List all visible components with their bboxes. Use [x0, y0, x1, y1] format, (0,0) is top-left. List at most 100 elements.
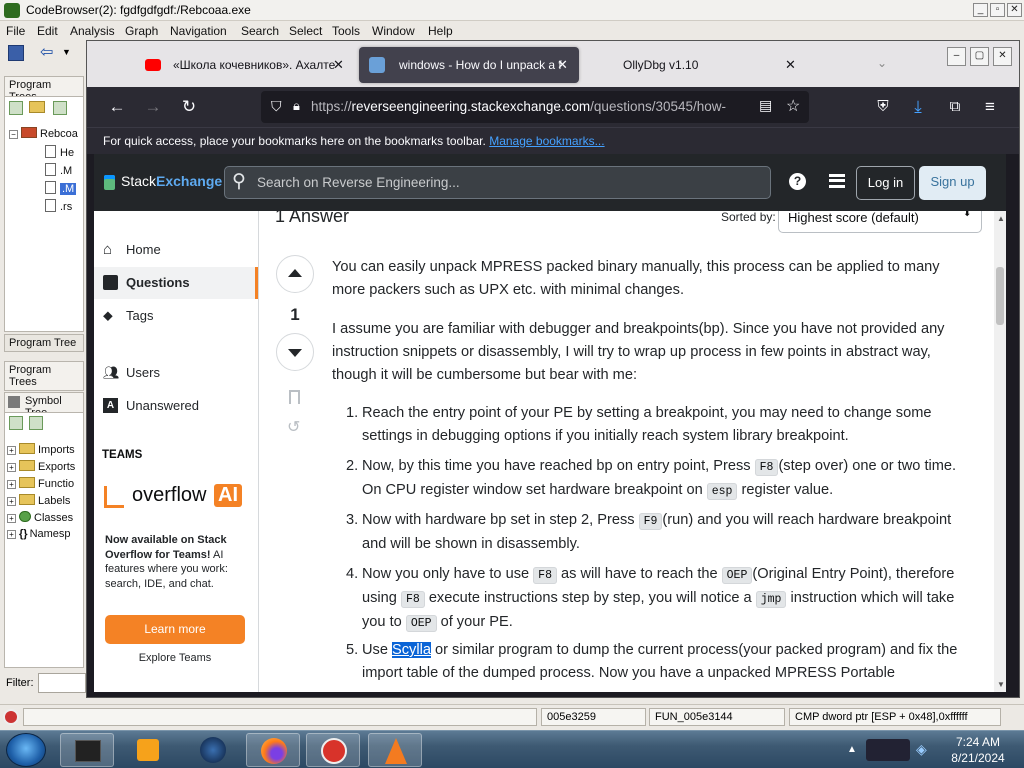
- nav-tags[interactable]: ⬥ Tags: [94, 300, 258, 332]
- back-arrow-icon[interactable]: ⇦: [40, 45, 56, 61]
- open-folder-icon[interactable]: [29, 101, 45, 113]
- tree-item[interactable]: He: [45, 145, 74, 159]
- shield-icon[interactable]: ⛉: [271, 98, 282, 115]
- ff-minimize-icon[interactable]: –: [947, 47, 966, 66]
- create-tree-icon[interactable]: [9, 101, 23, 115]
- tray-app-icon[interactable]: [866, 739, 910, 761]
- start-button[interactable]: [6, 733, 46, 767]
- scroll-down-icon[interactable]: ▼: [997, 680, 1005, 689]
- menu-analysis[interactable]: Analysis: [70, 24, 115, 38]
- learn-more-button[interactable]: Learn more: [105, 615, 245, 644]
- taskbar-ghidra[interactable]: [306, 733, 360, 767]
- ghidra-status-icon[interactable]: [3, 709, 19, 725]
- save-icon[interactable]: [8, 45, 24, 61]
- menu-search[interactable]: Search: [241, 24, 279, 38]
- dropdown-icon[interactable]: ▼: [62, 47, 78, 63]
- back-icon[interactable]: ←: [105, 95, 129, 119]
- menu-edit[interactable]: Edit: [37, 24, 58, 38]
- tab-youtube[interactable]: «Школа кочевников». Ахалте ✕: [133, 47, 351, 83]
- taskbar-clock[interactable]: 7:24 AM 8/21/2024: [938, 734, 1018, 766]
- nav-unanswered[interactable]: A Unanswered: [94, 390, 258, 422]
- manage-bookmarks-link[interactable]: Manage bookmarks...: [489, 134, 604, 148]
- bookmark-icon[interactable]: [289, 390, 300, 404]
- menu-file[interactable]: File: [6, 24, 25, 38]
- symbol-action-icon[interactable]: [29, 416, 43, 430]
- tab-close-icon[interactable]: ✕: [557, 47, 568, 83]
- url-bar[interactable]: ⛉ 🔒︎ https://reverseengineering.stackexc…: [261, 91, 809, 123]
- symbol-item-label: Functio: [38, 478, 75, 490]
- symbol-functions[interactable]: + Functio: [7, 477, 74, 490]
- upvote-button[interactable]: [276, 255, 314, 293]
- nav-home[interactable]: ⌂ Home: [94, 234, 258, 266]
- tab-ollydbg[interactable]: OllyDbg v1.10 ✕: [587, 47, 805, 83]
- symbol-exports[interactable]: + Exports: [7, 460, 75, 473]
- close-icon[interactable]: ✕: [1007, 3, 1022, 17]
- reload-icon[interactable]: ↻: [177, 95, 201, 119]
- scroll-up-icon[interactable]: ▲: [997, 214, 1005, 223]
- symbol-labels[interactable]: + Labels: [7, 494, 70, 507]
- se-logo[interactable]: StackExchange: [121, 173, 222, 189]
- symbol-item-label: Namesp: [29, 528, 71, 540]
- menu-select[interactable]: Select: [289, 24, 322, 38]
- se-search-input[interactable]: ⚲ Search on Reverse Engineering...: [224, 166, 771, 199]
- sort-select[interactable]: Highest score (default) ⬍: [778, 211, 982, 233]
- tree-item[interactable]: .M: [45, 163, 72, 177]
- downloads-icon[interactable]: ⤓: [906, 95, 930, 119]
- tab-stackexchange[interactable]: windows - How do I unpack a f ✕: [359, 47, 579, 83]
- scylla-link[interactable]: Scylla: [392, 642, 431, 658]
- symbol-namespaces[interactable]: +{} Namesp: [7, 528, 71, 540]
- network-icon[interactable]: ◈: [916, 741, 927, 758]
- login-button[interactable]: Log in: [856, 166, 915, 200]
- tab-program-trees[interactable]: Program Trees: [4, 361, 84, 391]
- bookmark-star-icon[interactable]: ☆: [786, 96, 800, 116]
- site-switcher-icon[interactable]: [829, 174, 845, 188]
- menu-navigation[interactable]: Navigation: [170, 24, 227, 38]
- list-item: 4. Now you only have to use F8 as will ha…: [346, 563, 968, 635]
- forward-icon[interactable]: →: [141, 95, 165, 119]
- tab-label: windows - How do I unpack a f: [399, 58, 562, 72]
- extensions-icon[interactable]: ⧉: [943, 95, 967, 119]
- merge-icon[interactable]: [53, 101, 67, 115]
- tray-expand-icon[interactable]: ▲: [847, 744, 857, 755]
- tab-close-icon[interactable]: ✕: [333, 47, 344, 83]
- menu-hamburger-icon[interactable]: ≡: [978, 95, 1002, 119]
- ff-maximize-icon[interactable]: ▢: [970, 47, 989, 66]
- taskbar-app[interactable]: [60, 733, 114, 767]
- tree-item-selected[interactable]: .M: [45, 181, 77, 195]
- nav-users[interactable]: 👥︎ Users: [94, 357, 258, 389]
- history-icon[interactable]: ↺: [287, 417, 300, 437]
- scrollbar-thumb[interactable]: [996, 267, 1004, 325]
- taskbar-vlc[interactable]: [368, 733, 422, 767]
- menu-graph[interactable]: Graph: [125, 24, 158, 38]
- help-icon[interactable]: ?: [789, 173, 806, 190]
- explore-teams-link[interactable]: Explore Teams: [94, 652, 256, 664]
- signup-button[interactable]: Sign up: [919, 166, 986, 200]
- taskbar-app[interactable]: [121, 733, 175, 767]
- url-prefix: https://: [311, 99, 352, 114]
- list-tabs-icon[interactable]: ⌄: [877, 56, 887, 70]
- menu-help[interactable]: Help: [428, 24, 453, 38]
- tree-item[interactable]: .rs: [45, 199, 72, 213]
- symbol-classes[interactable]: + Classes: [7, 511, 73, 524]
- menu-window[interactable]: Window: [372, 24, 415, 38]
- tab-program-tree[interactable]: Program Tree: [4, 334, 84, 352]
- taskbar-app[interactable]: [186, 733, 240, 767]
- downvote-button[interactable]: [276, 333, 314, 371]
- reader-view-icon[interactable]: ▤: [759, 97, 772, 114]
- lock-icon[interactable]: 🔒︎: [293, 98, 300, 114]
- list-item: 5. Use Scylla or similar program to dump …: [346, 639, 968, 685]
- minimize-icon[interactable]: _: [973, 3, 988, 17]
- symbol-imports[interactable]: + Imports: [7, 443, 75, 456]
- maximize-icon[interactable]: ▫: [990, 3, 1005, 17]
- pocket-icon[interactable]: ⛨: [871, 95, 895, 119]
- filter-input[interactable]: [38, 673, 86, 693]
- ff-close-icon[interactable]: ✕: [993, 47, 1012, 66]
- taskbar-firefox[interactable]: [246, 733, 300, 767]
- symbol-action-icon[interactable]: [9, 416, 23, 430]
- nav-questions[interactable]: Questions: [94, 267, 258, 299]
- arrow-down-icon: [288, 349, 302, 357]
- tree-root[interactable]: − Rebcoa: [9, 127, 78, 140]
- menu-tools[interactable]: Tools: [332, 24, 360, 38]
- tab-close-icon[interactable]: ✕: [785, 47, 796, 83]
- page-scrollbar[interactable]: ▲ ▼: [994, 211, 1006, 692]
